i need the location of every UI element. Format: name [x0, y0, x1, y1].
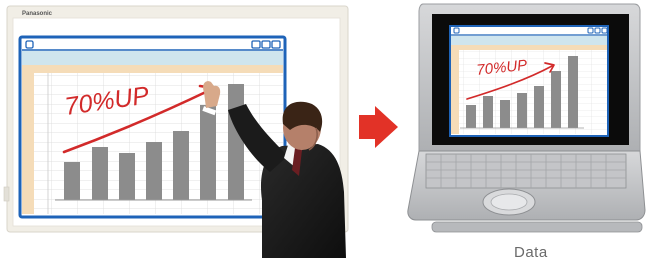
right-arrow-icon: [359, 106, 398, 148]
scene: 70%UP 70%UP: [3, 3, 646, 258]
laptop-bar: [500, 100, 510, 128]
data-caption: Data: [514, 244, 548, 261]
board-bar: [64, 162, 80, 200]
laptop-bar: [517, 93, 527, 128]
laptop-bar: [568, 56, 578, 128]
laptop-bar: [534, 86, 544, 128]
board-bar: [200, 105, 216, 200]
board-brand-label: Panasonic: [22, 11, 53, 17]
board-bar: [228, 84, 244, 200]
board-bar: [173, 131, 189, 200]
board-bar: [92, 147, 108, 200]
laptop-keyboard: [425, 153, 627, 189]
laptop-figure: 70%UP: [407, 3, 646, 233]
laptop-bar: [466, 105, 476, 128]
laptop-bar: [551, 71, 561, 128]
board-bar: [146, 142, 162, 200]
board-bar: [119, 153, 135, 200]
laptop-bar: [483, 96, 493, 128]
